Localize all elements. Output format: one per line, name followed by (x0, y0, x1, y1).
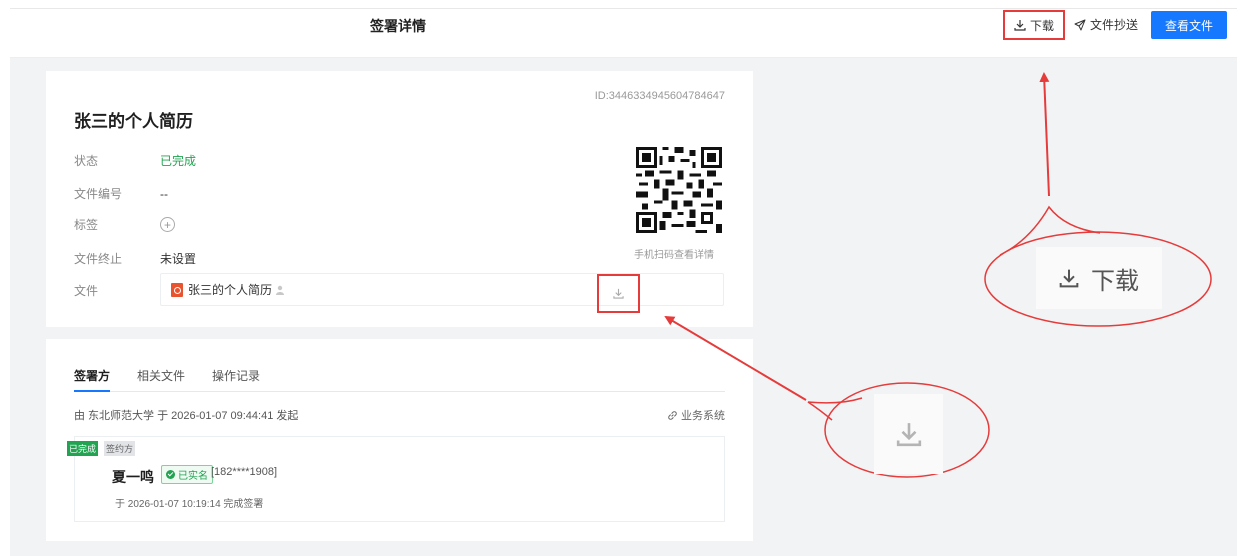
callout-tail-small (807, 397, 863, 421)
download-icon (896, 423, 921, 447)
arrow-to-file-download (664, 315, 807, 401)
zoomed-download-preview: 下载 (1036, 247, 1162, 309)
zoomed-file-download-preview (874, 394, 943, 474)
arrow-to-top-download (1039, 72, 1050, 197)
download-icon (1059, 269, 1079, 288)
zoomed-download-label: 下载 (1091, 267, 1139, 295)
